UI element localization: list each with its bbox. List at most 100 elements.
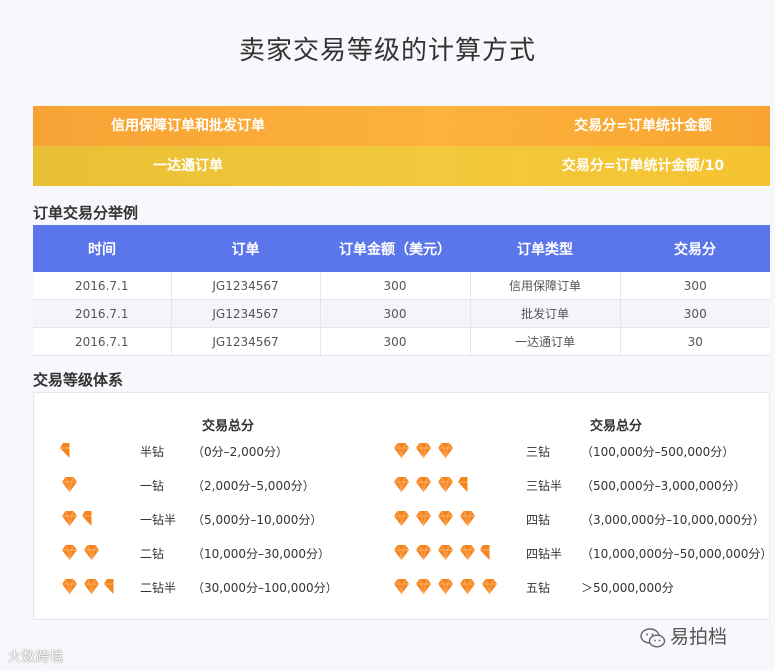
table-cell: 300 bbox=[620, 272, 770, 300]
diamond-rating-icon bbox=[392, 442, 458, 460]
diamond-icon bbox=[414, 476, 433, 493]
table-cell: 2016.7.1 bbox=[33, 327, 172, 356]
table-cell: 批发订单 bbox=[470, 299, 621, 328]
right-column-header: 交易总分 bbox=[590, 419, 643, 434]
level-name: 四钻半 bbox=[526, 547, 563, 561]
diamond-rating-icon bbox=[60, 578, 117, 596]
table-cell: JG1234567 bbox=[171, 299, 321, 328]
level-name: 四钻 bbox=[526, 513, 551, 527]
diamond-icon bbox=[60, 510, 79, 527]
diamond-rating-icon bbox=[60, 510, 95, 528]
diamond-rating-icon bbox=[392, 544, 493, 562]
level-range: （3,000,000分–10,000,000分） bbox=[581, 513, 765, 527]
level-range: （100,000分–500,000分） bbox=[581, 445, 735, 459]
level-name: 半钻 bbox=[140, 445, 165, 459]
rule-order-type: 一达通订单 bbox=[153, 158, 223, 174]
level-range: （10,000,000分–50,000,000分） bbox=[581, 547, 773, 561]
left-column-header: 交易总分 bbox=[202, 419, 255, 434]
page-title: 卖家交易等级的计算方式 bbox=[238, 36, 536, 66]
table-cell: 一达通订单 bbox=[470, 327, 621, 356]
level-name: 三钻 bbox=[526, 445, 551, 459]
level-name: 三钻半 bbox=[526, 479, 563, 493]
table-row: 2016.7.1 JG1234567 300 一达通订单 30 bbox=[33, 327, 770, 356]
diamond-icon bbox=[82, 544, 101, 561]
column-header: 订单类型 bbox=[470, 225, 620, 272]
rule-order-type: 信用保障订单和批发订单 bbox=[111, 118, 265, 134]
wechat-icon bbox=[640, 627, 666, 648]
diamond-icon bbox=[436, 578, 455, 595]
diamond-icon bbox=[458, 510, 477, 527]
section-title-example: 订单交易分举例 bbox=[33, 204, 139, 222]
half-diamond-icon bbox=[60, 442, 70, 459]
half-diamond-icon bbox=[104, 578, 114, 595]
level-range: （500,000分–3,000,000分） bbox=[581, 479, 746, 493]
diamond-icon bbox=[82, 578, 101, 595]
level-name: 一钻 bbox=[140, 479, 165, 493]
level-range: （0分–2,000分） bbox=[192, 445, 288, 459]
level-name: 一钻半 bbox=[140, 513, 177, 527]
watermark-left: 大数跨境 bbox=[8, 650, 65, 665]
diamond-icon bbox=[392, 442, 411, 459]
diamond-icon bbox=[60, 544, 79, 561]
level-range: （2,000分–5,000分） bbox=[192, 479, 315, 493]
table-cell: 2016.7.1 bbox=[33, 272, 172, 300]
diamond-icon bbox=[436, 476, 455, 493]
column-header: 时间 bbox=[33, 225, 171, 272]
diamond-icon bbox=[436, 442, 455, 459]
watermark-right: 易拍档 bbox=[640, 622, 727, 649]
table-cell: 300 bbox=[620, 299, 770, 328]
table-row: 2016.7.1 JG1234567 300 信用保障订单 300 bbox=[33, 272, 770, 300]
table-cell: 信用保障订单 bbox=[470, 272, 621, 300]
column-header: 订单 bbox=[171, 225, 320, 272]
column-header: 订单金额（美元） bbox=[320, 225, 470, 272]
level-name: 五钻 bbox=[526, 581, 551, 595]
table-cell: JG1234567 bbox=[171, 272, 321, 300]
level-range: （10,000分–30,000分） bbox=[192, 547, 330, 561]
diamond-icon bbox=[60, 578, 79, 595]
diamond-icon bbox=[392, 510, 411, 527]
diamond-rating-icon bbox=[60, 476, 82, 494]
diamond-rating-icon bbox=[60, 442, 73, 460]
rule-band-credit: 信用保障订单和批发订单 交易分=订单统计金额 bbox=[33, 106, 770, 146]
rule-formula: 交易分=订单统计金额 bbox=[574, 118, 712, 134]
half-diamond-icon bbox=[458, 476, 468, 493]
diamond-icon bbox=[436, 544, 455, 561]
table-row: 2016.7.1 JG1234567 300 批发订单 300 bbox=[33, 299, 770, 328]
section-title-levels: 交易等级体系 bbox=[33, 371, 124, 389]
table-cell: 30 bbox=[620, 327, 770, 356]
table-header-row: 时间 订单 订单金额（美元） 订单类型 交易分 bbox=[33, 225, 770, 272]
table-cell: 300 bbox=[320, 327, 471, 356]
diamond-icon bbox=[392, 578, 411, 595]
diamond-icon bbox=[480, 578, 499, 595]
diamond-icon bbox=[458, 578, 477, 595]
rule-formula: 交易分=订单统计金额/10 bbox=[561, 158, 725, 174]
level-name: 二钻半 bbox=[140, 581, 177, 595]
half-diamond-icon bbox=[480, 544, 490, 561]
level-range: ＞50,000,000分 bbox=[581, 581, 674, 595]
diamond-icon bbox=[458, 544, 477, 561]
diamond-icon bbox=[60, 476, 79, 493]
diamond-rating-icon bbox=[60, 544, 104, 562]
table-cell: 2016.7.1 bbox=[33, 299, 172, 328]
level-system-panel: 交易总分 交易总分 半钻 （0分–2,000分） 一钻 （2,000分–5,00… bbox=[33, 392, 773, 620]
table-cell: 300 bbox=[320, 272, 471, 300]
diamond-icon bbox=[414, 510, 433, 527]
diamond-icon bbox=[414, 578, 433, 595]
diamond-rating-icon bbox=[392, 510, 480, 528]
order-score-table: 时间 订单 订单金额（美元） 订单类型 交易分 2016.7.1 JG12345… bbox=[33, 225, 770, 356]
diamond-rating-icon bbox=[392, 476, 471, 494]
diamond-icon bbox=[436, 510, 455, 527]
diamond-icon bbox=[414, 544, 433, 561]
column-header: 交易分 bbox=[620, 225, 770, 272]
half-diamond-icon bbox=[82, 510, 92, 527]
level-range: （5,000分–10,000分） bbox=[192, 513, 323, 527]
watermark-right-text: 易拍档 bbox=[670, 626, 728, 648]
table-cell: JG1234567 bbox=[171, 327, 321, 356]
diamond-icon bbox=[414, 442, 433, 459]
level-name: 二钻 bbox=[140, 547, 165, 561]
diamond-icon bbox=[392, 476, 411, 493]
diamond-rating-icon bbox=[392, 578, 502, 596]
level-range: （30,000分–100,000分） bbox=[192, 581, 338, 595]
diamond-icon bbox=[392, 544, 411, 561]
rule-band-onetouch: 一达通订单 交易分=订单统计金额/10 bbox=[33, 146, 770, 186]
